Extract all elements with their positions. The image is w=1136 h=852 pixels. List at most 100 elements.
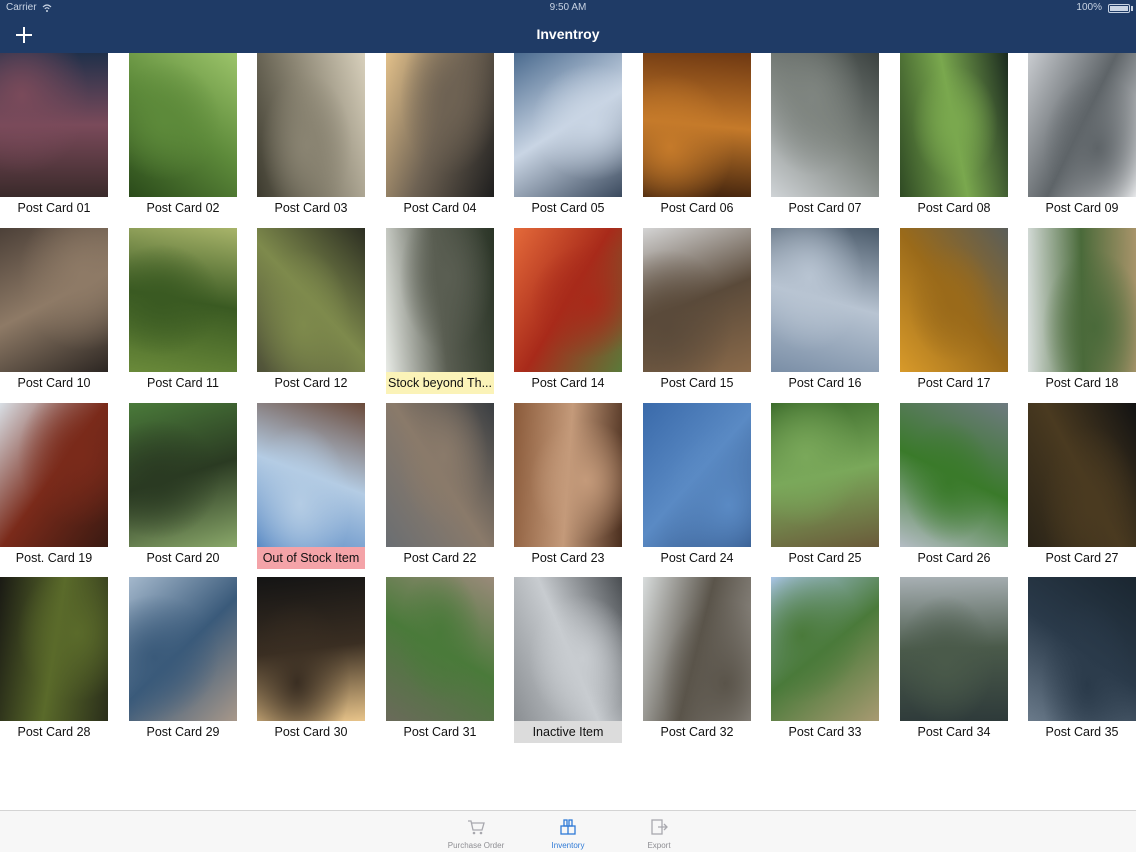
item-caption: Post Card 07 [788,201,862,215]
item-photo [771,403,879,547]
inventory-grid: Post Card 01 Post Card 02 Post Card 03 Post… [0,53,1136,753]
item-caption: Post Card 18 [1045,376,1119,390]
item-caption: Post Card 26 [917,551,991,565]
item-caption: Post Card 25 [788,551,862,565]
item-caption: Stock beyond Th... [386,372,494,394]
inventory-item[interactable]: Post Card 01 [0,53,108,220]
inventory-item[interactable]: Post Card 31 [386,577,494,744]
inventory-item[interactable]: Post Card 29 [129,577,237,744]
inventory-item[interactable]: Post Card 17 [900,228,1008,395]
inventory-item[interactable]: Post. Card 19 [0,403,108,570]
item-photo [514,577,622,721]
item-photo [386,577,494,721]
inventory-item[interactable]: Post Card 20 [129,403,237,570]
inventory-item[interactable]: Post Card 18 [1028,228,1136,395]
tab-label: Inventory [551,841,585,850]
inventory-item[interactable]: Post Card 23 [514,403,622,570]
inventory-item[interactable]: Post Card 34 [900,577,1008,744]
inventory-item[interactable]: Post Card 27 [1028,403,1136,570]
inventory-item[interactable]: Stock beyond Th... [386,228,494,395]
item-photo [771,228,879,372]
item-photo [900,577,1008,721]
item-photo [257,577,365,721]
inventory-item[interactable]: Post Card 06 [643,53,751,220]
item-caption: Post Card 30 [274,725,348,739]
item-caption: Post Card 17 [917,376,991,390]
inventory-item[interactable]: Post Card 04 [386,53,494,220]
inventory-item[interactable]: Post Card 30 [257,577,365,744]
inventory-item[interactable]: Post Card 14 [514,228,622,395]
tab-inventory[interactable]: Inventory [523,811,613,852]
item-caption: Post Card 27 [1045,551,1119,565]
inventory-item[interactable]: Post Card 10 [0,228,108,395]
item-caption: Post Card 31 [403,725,477,739]
inventory-item[interactable]: Post Card 07 [771,53,879,220]
item-photo [643,228,751,372]
item-caption: Post Card 32 [660,725,734,739]
item-photo [900,403,1008,547]
item-photo [257,53,365,197]
export-icon [649,817,669,837]
item-photo [0,53,108,197]
battery-nub [1131,6,1133,11]
inventory-item[interactable]: Post Card 25 [771,403,879,570]
inventory-icon [558,817,578,837]
item-caption: Post Card 28 [17,725,91,739]
item-photo [0,228,108,372]
item-photo [386,228,494,372]
inventory-item[interactable]: Post Card 22 [386,403,494,570]
item-photo [771,53,879,197]
inventory-item[interactable]: Post Card 33 [771,577,879,744]
item-caption: Post Card 09 [1045,201,1119,215]
item-photo [257,403,365,547]
item-caption: Post Card 03 [274,201,348,215]
item-photo [257,228,365,372]
inventory-item[interactable]: Post Card 28 [0,577,108,744]
inventory-item[interactable]: Post Card 03 [257,53,365,220]
tab-export[interactable]: Export [614,811,704,852]
item-photo [129,228,237,372]
inventory-item[interactable]: Post Card 02 [129,53,237,220]
inventory-item[interactable]: Post Card 09 [1028,53,1136,220]
navigation-bar: Inventroy [0,16,1136,53]
inventory-item[interactable]: Post Card 32 [643,577,751,744]
inventory-item[interactable]: Post Card 16 [771,228,879,395]
item-caption: Post Card 08 [917,201,991,215]
item-caption: Post Card 23 [531,551,605,565]
item-photo [1028,53,1136,197]
item-caption: Post Card 10 [17,376,91,390]
item-caption: Post Card 24 [660,551,734,565]
item-caption: Post Card 34 [917,725,991,739]
inventory-item[interactable]: Out of Stock Item [257,403,365,570]
inventory-item[interactable]: Post Card 05 [514,53,622,220]
item-photo [643,53,751,197]
item-photo [514,403,622,547]
tab-label: Purchase Order [447,841,505,850]
item-photo [643,403,751,547]
item-photo [900,53,1008,197]
item-caption: Post Card 11 [146,376,220,390]
item-caption: Inactive Item [514,721,622,743]
inventory-item[interactable]: Post Card 26 [900,403,1008,570]
inventory-item[interactable]: Post Card 08 [900,53,1008,220]
tab-bar: Purchase Order Inventory Export [0,810,1136,852]
inventory-item[interactable]: Post Card 11 [129,228,237,395]
item-caption: Post Card 35 [1045,725,1119,739]
tab-purchase-order[interactable]: Purchase Order [431,811,521,852]
inventory-item[interactable]: Inactive Item [514,577,622,744]
item-caption: Post. Card 19 [15,551,93,565]
inventory-item[interactable]: Post Card 35 [1028,577,1136,744]
item-caption: Post Card 20 [146,551,220,565]
inventory-item[interactable]: Post Card 24 [643,403,751,570]
item-caption: Out of Stock Item [257,547,365,569]
battery-icon [1108,4,1130,13]
item-caption: Post Card 05 [531,201,605,215]
tab-label: Export [647,841,671,850]
inventory-item[interactable]: Post Card 15 [643,228,751,395]
item-photo [900,228,1008,372]
status-bar: Carrier 9:50 AM 100% [0,0,1136,16]
status-time: 9:50 AM [549,2,587,13]
item-photo [1028,228,1136,372]
item-caption: Post Card 29 [146,725,220,739]
inventory-item[interactable]: Post Card 12 [257,228,365,395]
